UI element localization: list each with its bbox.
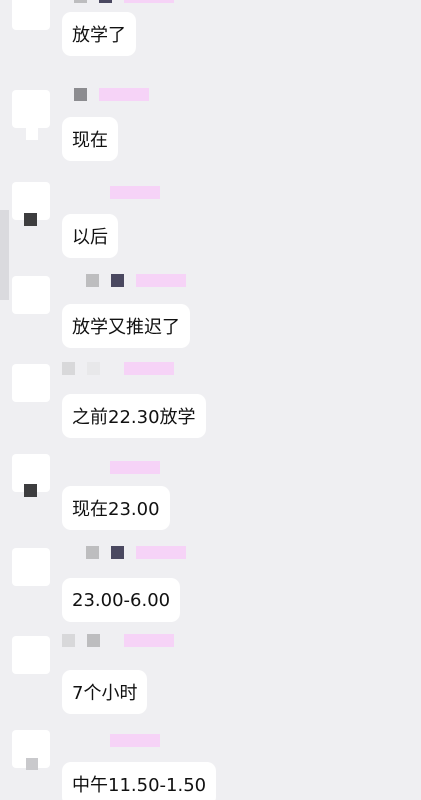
sender-name-redacted <box>110 461 160 475</box>
message-row: 中午11.50-1.50 <box>0 728 421 800</box>
redacted-bar <box>124 362 174 375</box>
redacted-block <box>111 274 124 287</box>
message-bubble[interactable]: 中午11.50-1.50 <box>62 762 217 800</box>
redacted-block <box>86 274 99 287</box>
message-bubble[interactable]: 放学又推迟了 <box>62 304 190 348</box>
redacted-block <box>86 546 99 559</box>
message-row: 放学又推迟了 <box>0 274 421 366</box>
redacted-bar <box>110 461 160 474</box>
redacted-bar <box>99 88 149 101</box>
message-row: 以后 <box>0 180 421 272</box>
message-bubble[interactable]: 现在23.00 <box>62 486 170 530</box>
redacted-block <box>74 88 87 101</box>
avatar[interactable] <box>12 364 50 402</box>
redacted-bar <box>110 186 160 199</box>
message-row: 之前22.30放学 <box>0 362 421 454</box>
redacted-block <box>62 362 75 375</box>
message-row: 现在 <box>0 88 421 180</box>
redacted-bar <box>124 0 174 3</box>
avatar[interactable] <box>12 276 50 314</box>
sender-name-redacted <box>74 0 174 4</box>
redacted-block <box>99 0 112 3</box>
avatar[interactable] <box>12 90 50 128</box>
avatar-mosaic <box>24 213 37 226</box>
redacted-bar <box>110 734 160 747</box>
message-bubble[interactable]: 23.00-6.00 <box>62 578 181 622</box>
message-bubble[interactable]: 以后 <box>62 214 118 258</box>
sender-name-redacted <box>110 734 160 748</box>
redacted-block <box>87 634 100 647</box>
message-bubble[interactable]: 7个小时 <box>62 670 148 714</box>
redacted-block <box>74 0 87 3</box>
sender-name-redacted <box>110 186 160 200</box>
redacted-block <box>111 546 124 559</box>
message-bubble[interactable]: 之前22.30放学 <box>62 394 206 438</box>
sender-name-redacted <box>62 634 174 648</box>
sender-name-redacted <box>62 362 174 376</box>
message-row: 7个小时 <box>0 634 421 726</box>
avatar[interactable] <box>12 636 50 674</box>
message-bubble[interactable]: 现在 <box>62 117 118 161</box>
sender-name-redacted <box>86 274 186 288</box>
sender-name-redacted <box>74 88 149 102</box>
redacted-bar <box>124 634 174 647</box>
message-row: 放学了 <box>0 0 421 82</box>
message-row: 现在23.00 <box>0 452 421 544</box>
chat-view: 放学了 现在 以后 放学又推迟了 之前22.30放学 现在23.00 23.00… <box>0 0 421 800</box>
avatar-mosaic <box>26 128 38 140</box>
redacted-bar <box>136 274 186 287</box>
message-row: 23.00-6.00 <box>0 546 421 638</box>
redacted-block <box>62 634 75 647</box>
redacted-bar <box>136 546 186 559</box>
avatar[interactable] <box>12 548 50 586</box>
avatar[interactable] <box>12 0 50 30</box>
avatar-mosaic <box>24 484 37 497</box>
redacted-block <box>87 362 100 375</box>
avatar-mosaic <box>26 758 38 770</box>
message-bubble[interactable]: 放学了 <box>62 12 136 56</box>
sender-name-redacted <box>86 546 186 560</box>
